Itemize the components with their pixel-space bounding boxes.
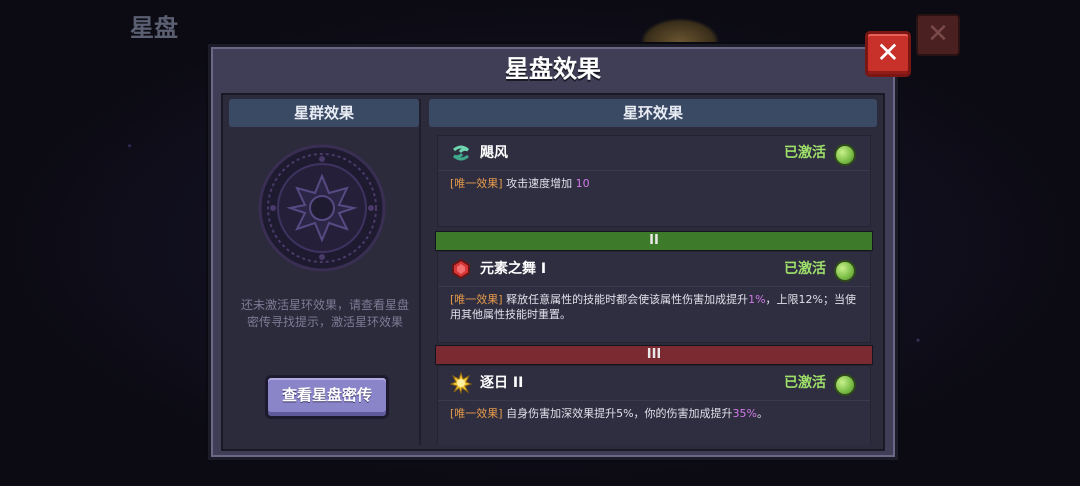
constellation-effects-header: 星群效果 xyxy=(229,99,419,127)
view-astrolabe-secrets-button[interactable]: 查看星盘密传 xyxy=(265,375,389,419)
ring-effects-panel: 星环效果 飓风 已激活 [唯一效果] 攻击速度增加 10 II 元素之舞 I 已… xyxy=(429,99,877,445)
inactive-hint-text: 还未激活星环效果，请查看星盘密传寻找提示，激活星环效果 xyxy=(240,298,409,329)
whirlwind-icon xyxy=(450,142,472,164)
ring-effect-card: 飓风 已激活 [唯一效果] 攻击速度增加 10 xyxy=(437,135,871,227)
highlight-value: 1% xyxy=(748,293,766,306)
description-text: 自身伤害加深效果提升5%，你的伤害加成提升 xyxy=(506,407,733,420)
description-text: 。 xyxy=(757,407,768,420)
ring-description: [唯一效果] 自身伤害加深效果提升5%，你的伤害加成提升35%。 xyxy=(450,406,860,421)
ring-name: 飓风 xyxy=(480,145,508,161)
ring-effect-header: 元素之舞 I 已激活 xyxy=(438,252,870,287)
active-indicator-icon xyxy=(834,374,856,396)
ring-effect-card: 元素之舞 I 已激活 [唯一效果] 释放任意属性的技能时都会使该属性伤害加成提升… xyxy=(437,251,871,343)
sun-icon xyxy=(449,371,473,395)
active-indicator-icon xyxy=(834,144,856,166)
astrolabe-effects-modal: 星盘效果 ✕ 星群效果 还未激活星环效果，请查看星盘密传寻找提示，激活星环效果 xyxy=(208,31,911,460)
highlight-value: 10 xyxy=(575,177,590,190)
ring-effect-card: 逐日 II 已激活 [唯一效果] 自身伤害加深效果提升5%，你的伤害加成提升35… xyxy=(437,365,871,445)
close-button[interactable]: ✕ xyxy=(865,31,911,77)
unique-effect-tag: [唯一效果] xyxy=(450,293,503,306)
astrolabe-disc-icon xyxy=(257,143,387,273)
description-text: 攻击速度增加 xyxy=(506,177,576,190)
background-emblem xyxy=(640,18,720,42)
active-status-label: 已激活 xyxy=(784,261,826,277)
tier-divider-ii: II xyxy=(435,231,873,251)
background-page-title: 星盘 xyxy=(130,14,178,42)
constellation-effects-panel: 星群效果 还未激活星环效果，请查看星盘密传寻找提示，激活星环效果 查看星盘密传 xyxy=(229,99,421,445)
active-indicator-icon xyxy=(834,260,856,282)
ring-name: 元素之舞 I xyxy=(480,261,547,277)
ring-effect-header: 逐日 II 已激活 xyxy=(438,366,870,401)
unique-effect-tag: [唯一效果] xyxy=(450,407,503,420)
ring-effects-header: 星环效果 xyxy=(429,99,877,127)
modal-title: 星盘效果 xyxy=(505,55,601,83)
unique-effect-tag: [唯一效果] xyxy=(450,177,503,190)
modal-body: 星群效果 还未激活星环效果，请查看星盘密传寻找提示，激活星环效果 查看星盘密传 xyxy=(221,93,885,451)
description-text: 释放任意属性的技能时都会使该属性伤害加成提升 xyxy=(506,293,749,306)
ring-description: [唯一效果] 攻击速度增加 10 xyxy=(450,176,860,191)
ring-name: 逐日 II xyxy=(480,375,524,391)
tier-divider-iii: III xyxy=(435,345,873,365)
background-close-icon: ✕ xyxy=(916,14,960,56)
highlight-value: 35% xyxy=(732,407,757,420)
ring-description: [唯一效果] 释放任意属性的技能时都会使该属性伤害加成提升1%，上限12%；当使… xyxy=(450,292,860,322)
ring-effect-header: 飓风 已激活 xyxy=(438,136,870,171)
red-gem-icon xyxy=(450,258,472,280)
active-status-label: 已激活 xyxy=(784,375,826,391)
active-status-label: 已激活 xyxy=(784,145,826,161)
